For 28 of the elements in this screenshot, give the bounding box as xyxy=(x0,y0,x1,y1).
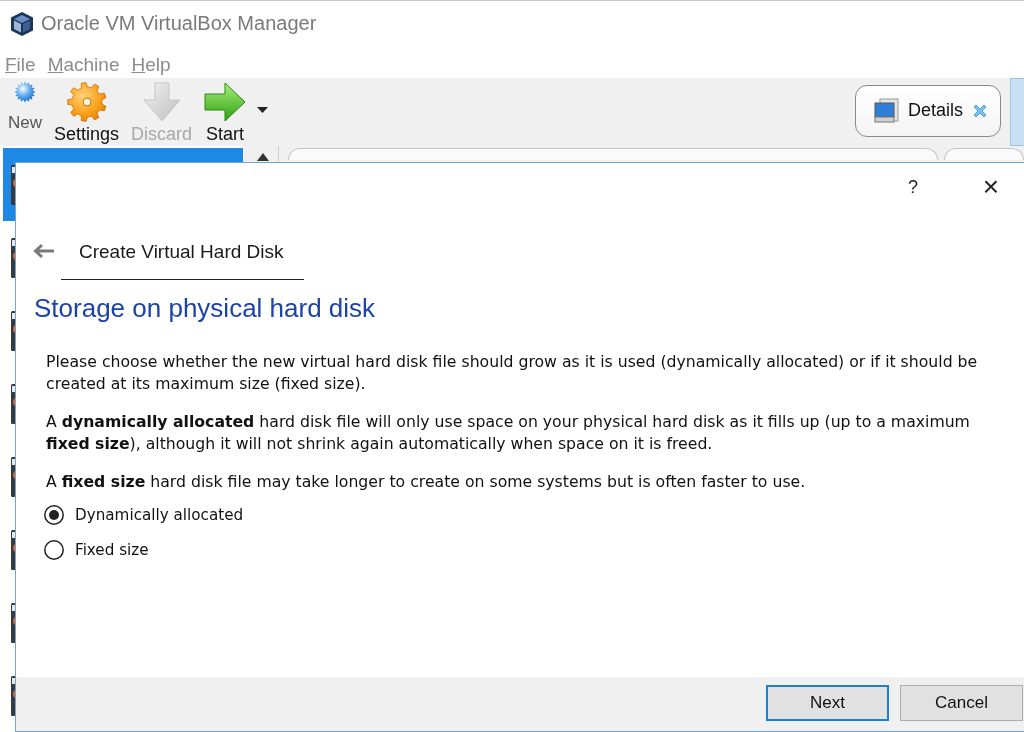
option-label[interactable]: Dynamically allocated xyxy=(75,505,244,524)
back-arrow-icon xyxy=(33,243,55,259)
description-paragraph: A dynamically allocated hard disk file will only use space on your physical hard disk as it fills up (up to a maximum fixed size), although it will not shrink again automatically when space on it is freed. xyxy=(46,411,971,455)
start-button[interactable]: Start xyxy=(198,77,253,145)
monitor-icon xyxy=(874,97,900,124)
wizard-title: Create Virtual Hard Disk xyxy=(79,240,284,264)
description-paragraph: A fixed size hard disk file may take longer to create on some systems but is often faster to use. xyxy=(46,471,807,493)
new-button[interactable]: New xyxy=(2,77,48,133)
cube-logo-icon xyxy=(10,10,34,37)
back-button[interactable] xyxy=(33,243,55,261)
option-label[interactable]: Fixed size xyxy=(75,540,149,559)
page-heading: Storage on physical hard disk xyxy=(34,292,376,324)
right-arrow-icon xyxy=(204,81,247,122)
settings-button[interactable]: Settings xyxy=(48,77,126,145)
menu-item[interactable]: Help xyxy=(131,54,171,77)
details-button[interactable]: Details xyxy=(855,84,1001,137)
radio-button-icon[interactable] xyxy=(44,539,64,560)
description-paragraph: Please choose whether the new virtual hard disk file should grow as it is used (dynamically allocated) or if it should be created at its maximum size (fixed size). xyxy=(46,351,979,395)
starburst-icon xyxy=(14,80,36,103)
window-title: Oracle VM VirtualBox Manager xyxy=(41,12,317,36)
close-button[interactable]: × xyxy=(966,169,1016,205)
down-arrow-icon xyxy=(141,81,182,122)
next-button[interactable]: Next xyxy=(766,685,889,721)
help-button[interactable]: ? xyxy=(893,169,933,205)
caret-icon[interactable] xyxy=(257,106,269,113)
radio-button-icon[interactable] xyxy=(44,504,64,525)
gear-icon xyxy=(65,81,108,122)
cancel-button[interactable]: Cancel xyxy=(900,685,1023,721)
